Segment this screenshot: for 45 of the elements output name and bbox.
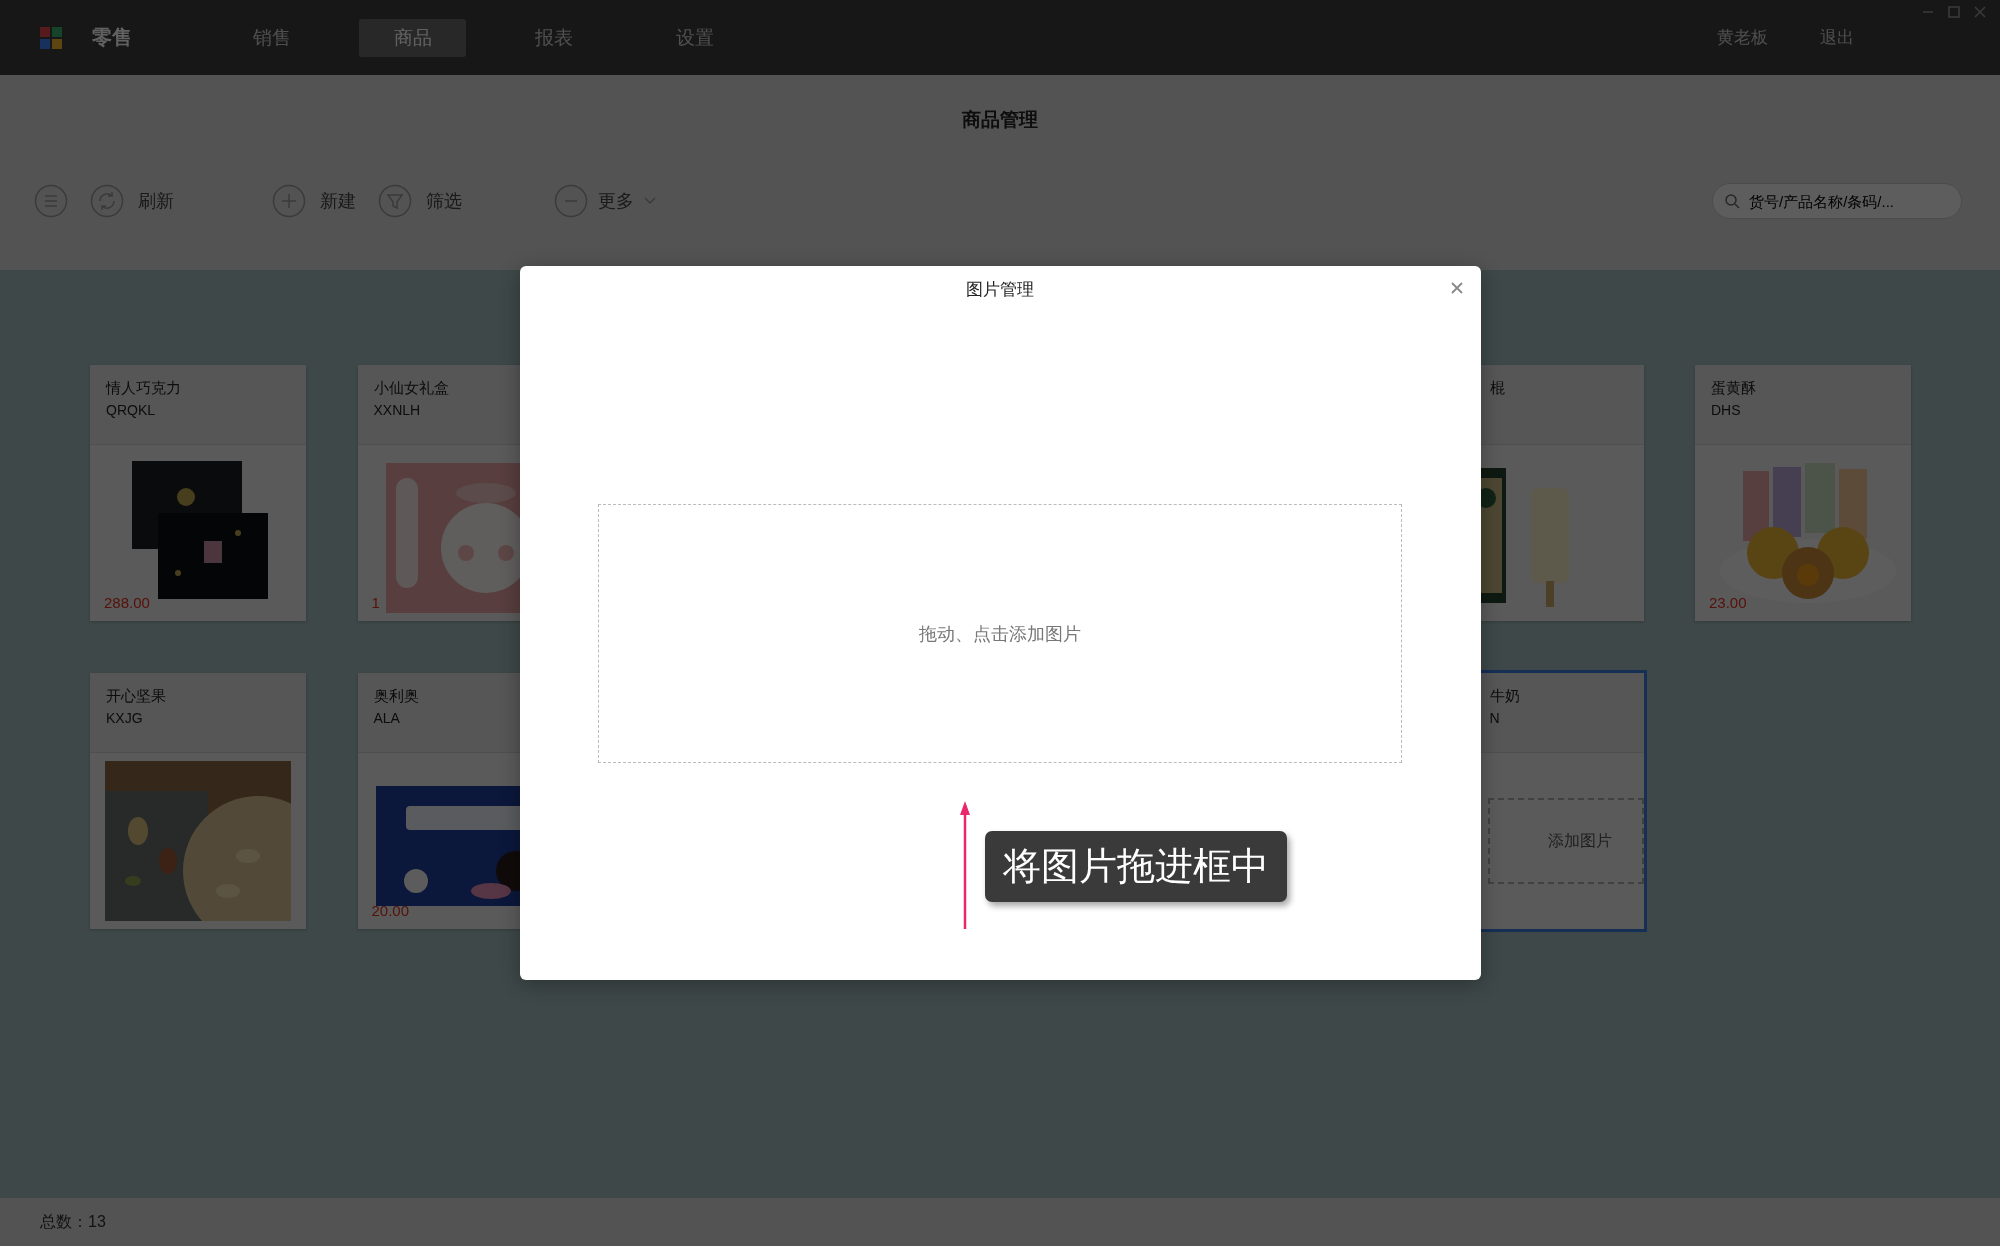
product-name: 开心坚果 <box>106 687 167 706</box>
product-code: QRQKL <box>106 402 156 418</box>
callout-label: 将图片拖进框中 <box>985 831 1287 902</box>
product-card[interactable]: 开心坚果 KXJG <box>90 673 306 929</box>
search-field[interactable]: 货号/产品名称/条码/... <box>1712 183 1962 219</box>
product-name: 情人巧克力 <box>106 379 182 398</box>
product-name: 小仙女礼盒 <box>373 379 450 398</box>
product-name: 牛奶 <box>1489 687 1521 706</box>
product-price: 20.00 <box>371 902 410 919</box>
filter-icon <box>378 184 412 218</box>
add-image-label: 添加图片 <box>1547 830 1612 851</box>
product-code: ALA <box>373 710 401 726</box>
dialog-title: 图片管理 <box>966 278 1034 301</box>
drop-zone[interactable]: 拖动、点击添加图片 <box>598 504 1402 763</box>
drop-hint: 拖动、点击添加图片 <box>919 622 1081 646</box>
logo-icon <box>40 26 62 49</box>
add-image-slot[interactable]: 添加图片 <box>1487 798 1644 884</box>
app-name: 零售 <box>92 25 132 50</box>
refresh-button[interactable]: 刷新 <box>90 184 174 218</box>
product-code: N <box>1489 710 1501 726</box>
refresh-icon <box>90 184 124 218</box>
product-price: 23.00 <box>1709 594 1747 611</box>
filter-button[interactable]: 筛选 <box>378 184 462 218</box>
product-code: XXNLH <box>373 402 422 418</box>
total-count: 总数：13 <box>40 1211 106 1232</box>
product-card[interactable]: 情人巧克力 QRQKL 288.00 <box>90 365 306 621</box>
add-button[interactable]: 新建 <box>272 184 356 218</box>
product-name: 棍 <box>1489 379 1506 398</box>
product-name: 奥利奥 <box>373 687 420 706</box>
product-price: 1 <box>371 594 380 611</box>
close-icon[interactable] <box>1974 6 1986 18</box>
product-card[interactable]: 蛋黄酥 DHS 23.00 <box>1695 365 1911 621</box>
product-name: 蛋黄酥 <box>1711 379 1757 398</box>
page-title: 商品管理 <box>961 108 1039 132</box>
more-icon <box>554 184 588 218</box>
caret-icon <box>644 197 656 205</box>
product-price: 288.00 <box>104 594 150 611</box>
maximize-icon[interactable] <box>1948 6 1960 18</box>
product-code: KXJG <box>106 710 144 726</box>
close-icon[interactable] <box>1449 281 1464 295</box>
plus-icon <box>272 184 306 218</box>
list-button[interactable] <box>34 184 68 218</box>
list-icon <box>34 184 68 218</box>
product-code: DHS <box>1711 402 1742 418</box>
more-button[interactable]: 更多 <box>554 184 656 218</box>
